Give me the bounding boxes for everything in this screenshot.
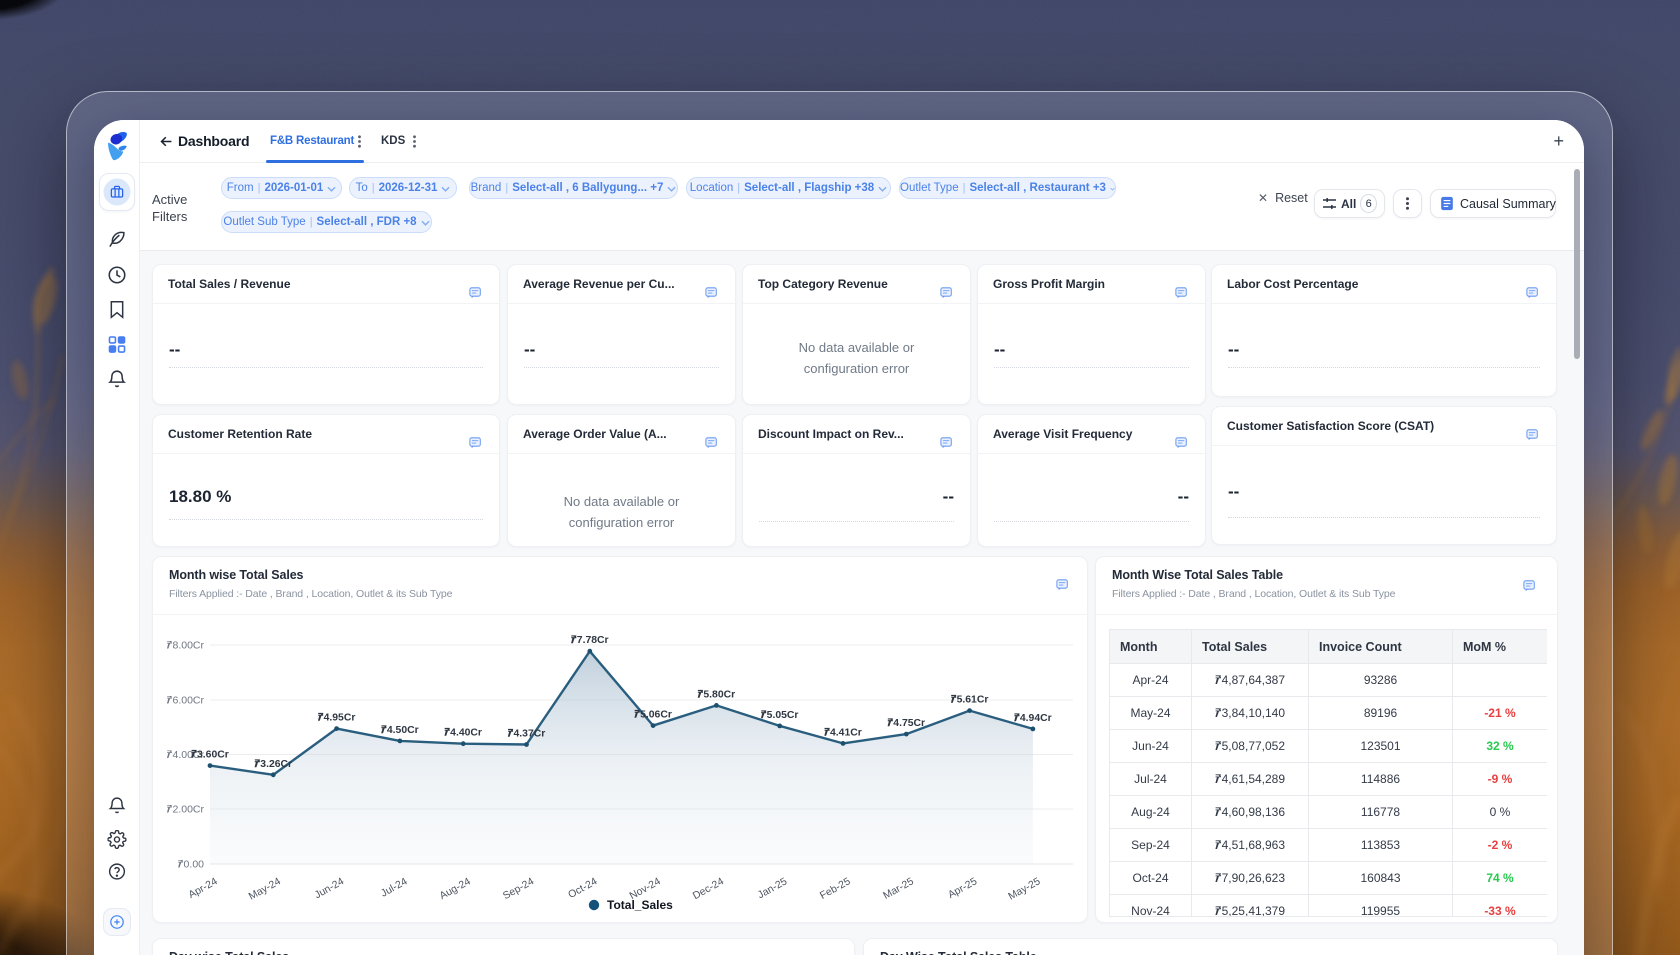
svg-text:₹4.94Cr: ₹4.94Cr [1014, 713, 1052, 724]
svg-text:₹4.95Cr: ₹4.95Cr [318, 713, 356, 724]
svg-text:₹5.05Cr: ₹5.05Cr [761, 710, 799, 721]
svg-text:₹2.00Cr: ₹2.00Cr [167, 804, 205, 816]
svg-text:Jul-24: Jul-24 [379, 876, 409, 899]
svg-text:Sep-24: Sep-24 [501, 876, 536, 902]
svg-text:May-25: May-25 [1007, 876, 1043, 903]
svg-text:₹4.40Cr: ₹4.40Cr [444, 728, 482, 739]
svg-text:₹4.50Cr: ₹4.50Cr [381, 725, 419, 736]
svg-text:₹6.00Cr: ₹6.00Cr [167, 695, 205, 707]
svg-text:Total_Sales: Total_Sales [607, 898, 673, 912]
svg-text:₹3.26Cr: ₹3.26Cr [255, 759, 293, 770]
svg-text:Feb-25: Feb-25 [818, 876, 852, 902]
svg-text:Apr-25: Apr-25 [946, 876, 979, 901]
svg-text:₹8.00Cr: ₹8.00Cr [167, 640, 205, 652]
svg-text:₹5.61Cr: ₹5.61Cr [951, 695, 989, 706]
svg-text:₹5.06Cr: ₹5.06Cr [634, 710, 672, 721]
svg-text:Aug-24: Aug-24 [438, 876, 473, 902]
svg-text:May-24: May-24 [247, 876, 283, 903]
svg-text:Jan-25: Jan-25 [756, 876, 789, 901]
svg-text:₹3.60Cr: ₹3.60Cr [191, 750, 229, 761]
svg-text:₹4.41Cr: ₹4.41Cr [824, 727, 862, 738]
svg-text:₹4.37Cr: ₹4.37Cr [508, 729, 546, 740]
svg-text:Mar-25: Mar-25 [882, 876, 916, 902]
svg-text:Oct-24: Oct-24 [567, 876, 600, 901]
svg-text:₹5.80Cr: ₹5.80Cr [698, 689, 736, 700]
svg-text:Dec-24: Dec-24 [691, 876, 726, 902]
svg-text:₹0.00: ₹0.00 [178, 859, 204, 871]
svg-text:Jun-24: Jun-24 [313, 876, 346, 901]
svg-text:Apr-24: Apr-24 [187, 876, 220, 901]
svg-text:₹7.78Cr: ₹7.78Cr [571, 635, 609, 646]
svg-text:₹4.75Cr: ₹4.75Cr [888, 718, 926, 729]
